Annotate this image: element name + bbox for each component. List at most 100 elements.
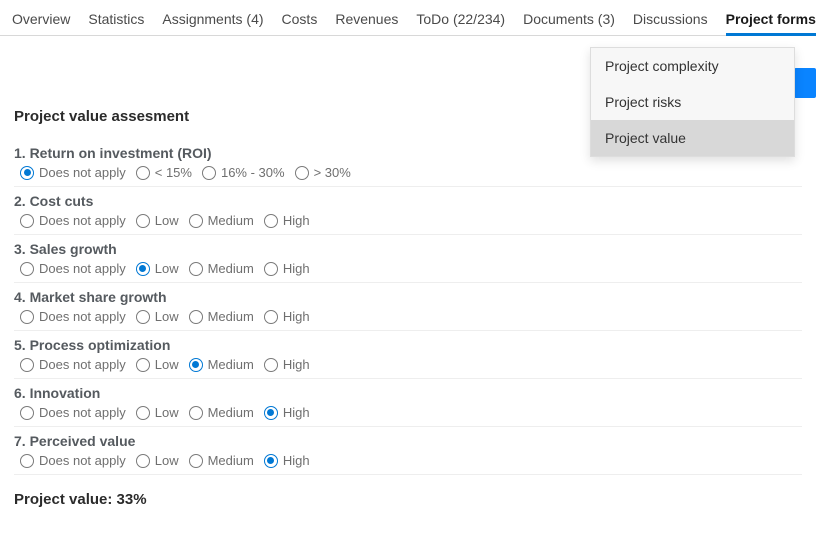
dropdown-item-project-risks[interactable]: Project risks <box>591 84 794 120</box>
option-row: Does not apply Low Medium High <box>14 309 802 324</box>
option-does-not-apply[interactable]: Does not apply <box>20 405 126 420</box>
option-does-not-apply[interactable]: Does not apply <box>20 453 126 468</box>
radio-icon[interactable] <box>20 166 34 180</box>
option-label: Does not apply <box>39 261 126 276</box>
radio-icon[interactable] <box>136 166 150 180</box>
radio-icon[interactable] <box>20 454 34 468</box>
radio-icon[interactable] <box>264 454 278 468</box>
radio-icon[interactable] <box>264 214 278 228</box>
tab-assignments-4[interactable]: Assignments (4) <box>162 11 263 35</box>
tab-project-forms[interactable]: Project forms <box>726 11 816 36</box>
radio-icon[interactable] <box>202 166 216 180</box>
option-low[interactable]: Low <box>136 213 179 228</box>
option-medium[interactable]: Medium <box>189 213 254 228</box>
option-low[interactable]: Low <box>136 309 179 324</box>
primary-action-button[interactable] <box>794 68 816 98</box>
option-medium[interactable]: Medium <box>189 357 254 372</box>
option-does-not-apply[interactable]: Does not apply <box>20 357 126 372</box>
option-label: High <box>283 405 310 420</box>
question-title: 2. Cost cuts <box>14 193 802 209</box>
radio-icon[interactable] <box>136 358 150 372</box>
option-does-not-apply[interactable]: Does not apply <box>20 261 126 276</box>
option-label: Does not apply <box>39 309 126 324</box>
question-2: 2. Cost cuts Does not apply Low Medium High <box>14 187 802 235</box>
tab-revenues[interactable]: Revenues <box>335 11 398 35</box>
option-label: < 15% <box>155 165 192 180</box>
dropdown-item-project-value[interactable]: Project value <box>591 120 794 156</box>
option-medium[interactable]: Medium <box>189 261 254 276</box>
tab-discussions[interactable]: Discussions <box>633 11 708 35</box>
option-label: Does not apply <box>39 453 126 468</box>
option-16-30[interactable]: 16% - 30% <box>202 165 285 180</box>
radio-icon[interactable] <box>264 406 278 420</box>
radio-icon[interactable] <box>189 406 203 420</box>
option-label: High <box>283 261 310 276</box>
radio-icon[interactable] <box>20 310 34 324</box>
radio-icon[interactable] <box>136 214 150 228</box>
radio-icon[interactable] <box>20 214 34 228</box>
option-label: Medium <box>208 213 254 228</box>
option-high[interactable]: High <box>264 213 310 228</box>
option-label: Does not apply <box>39 357 126 372</box>
option-high[interactable]: High <box>264 309 310 324</box>
project-forms-dropdown: Project complexityProject risksProject v… <box>590 47 795 157</box>
radio-icon[interactable] <box>264 310 278 324</box>
option-high[interactable]: High <box>264 453 310 468</box>
question-5: 5. Process optimizationDoes not applyLow… <box>14 331 802 379</box>
radio-icon[interactable] <box>189 262 203 276</box>
option-label: Does not apply <box>39 405 126 420</box>
option-low[interactable]: Low <box>136 405 179 420</box>
radio-icon[interactable] <box>136 262 150 276</box>
question-4: 4. Market share growth Does not apply Low M… <box>14 283 802 331</box>
radio-icon[interactable] <box>20 358 34 372</box>
radio-icon[interactable] <box>20 406 34 420</box>
dropdown-item-project-complexity[interactable]: Project complexity <box>591 48 794 84</box>
tab-statistics[interactable]: Statistics <box>88 11 144 35</box>
question-3: 3. Sales growth Does not apply Low Medium Hi… <box>14 235 802 283</box>
option-low[interactable]: Low <box>136 261 179 276</box>
radio-icon[interactable] <box>189 358 203 372</box>
question-6: 6. InnovationDoes not applyLowMediumHigh <box>14 379 802 427</box>
option-label: Medium <box>208 309 254 324</box>
tab-todo-22-234[interactable]: ToDo (22/234) <box>416 11 505 35</box>
question-title: 3. Sales growth <box>14 241 802 257</box>
radio-icon[interactable] <box>264 262 278 276</box>
option-does-not-apply[interactable]: Does not apply <box>20 165 126 180</box>
tab-overview[interactable]: Overview <box>12 11 70 35</box>
option-label: High <box>283 357 310 372</box>
option-row: Does not apply Low Medium High <box>14 357 802 372</box>
option-label: Low <box>155 261 179 276</box>
option-row: Does not apply Low Medium High <box>14 261 802 276</box>
question-title: 4. Market share growth <box>14 289 802 305</box>
option-high[interactable]: High <box>264 357 310 372</box>
radio-icon[interactable] <box>20 262 34 276</box>
option-medium[interactable]: Medium <box>189 405 254 420</box>
tab-costs[interactable]: Costs <box>282 11 318 35</box>
option-30[interactable]: > 30% <box>295 165 351 180</box>
option-label: Medium <box>208 357 254 372</box>
option-does-not-apply[interactable]: Does not apply <box>20 309 126 324</box>
option-label: Low <box>155 453 179 468</box>
radio-icon[interactable] <box>136 406 150 420</box>
option-row: Does not apply < 15% 16% - 30% > 30% <box>14 165 802 180</box>
option-label: Does not apply <box>39 165 126 180</box>
radio-icon[interactable] <box>189 214 203 228</box>
radio-icon[interactable] <box>189 310 203 324</box>
option-label: > 30% <box>314 165 351 180</box>
option-high[interactable]: High <box>264 261 310 276</box>
option-low[interactable]: Low <box>136 453 179 468</box>
option-does-not-apply[interactable]: Does not apply <box>20 213 126 228</box>
option-high[interactable]: High <box>264 405 310 420</box>
option-label: High <box>283 309 310 324</box>
option-15[interactable]: < 15% <box>136 165 192 180</box>
radio-icon[interactable] <box>136 454 150 468</box>
radio-icon[interactable] <box>189 454 203 468</box>
radio-icon[interactable] <box>136 310 150 324</box>
option-low[interactable]: Low <box>136 357 179 372</box>
radio-icon[interactable] <box>264 358 278 372</box>
option-medium[interactable]: Medium <box>189 309 254 324</box>
option-label: Low <box>155 357 179 372</box>
tab-documents-3[interactable]: Documents (3) <box>523 11 615 35</box>
option-medium[interactable]: Medium <box>189 453 254 468</box>
radio-icon[interactable] <box>295 166 309 180</box>
